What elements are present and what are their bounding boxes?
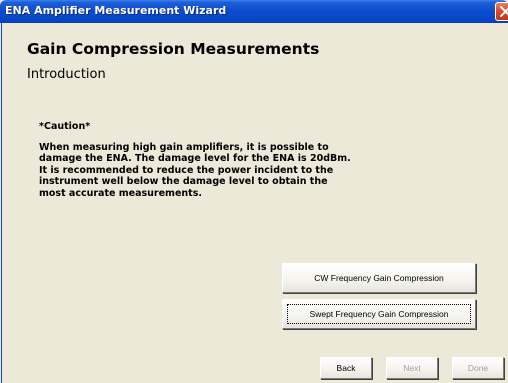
- title-bar[interactable]: ENA Amplifier Measurement Wizard: [0, 0, 508, 23]
- caution-text: When measuring high gain amplifiers, it …: [39, 142, 359, 199]
- caution-line: When measuring high gain amplifiers, it …: [39, 142, 329, 153]
- back-button[interactable]: Back: [320, 357, 372, 379]
- caution-line: instrument well below the damage level t…: [39, 176, 328, 188]
- page-subtitle: Introduction: [27, 67, 106, 82]
- swept-button-label: Swept Frequency Gain Compression: [309, 309, 449, 319]
- page-title: Gain Compression Measurements: [27, 40, 320, 58]
- wizard-window: ENA Amplifier Measurement Wizard Gain Co…: [0, 0, 508, 383]
- caution-line: most accurate measurements.: [39, 187, 202, 199]
- caution-line: It is recommended to reduce the power in…: [39, 164, 334, 176]
- cw-frequency-gain-compression-button[interactable]: CW Frequency Gain Compression: [282, 263, 476, 293]
- window-title: ENA Amplifier Measurement Wizard: [5, 4, 227, 17]
- done-button[interactable]: Done: [452, 357, 504, 379]
- swept-frequency-gain-compression-button[interactable]: Swept Frequency Gain Compression: [282, 299, 476, 329]
- caution-line: damage the ENA. The damage level for the…: [39, 153, 351, 165]
- close-button[interactable]: [495, 2, 508, 21]
- caution-title: *Caution*: [39, 121, 91, 132]
- next-button[interactable]: Next: [386, 357, 438, 379]
- wizard-content: Gain Compression Measurements Introducti…: [1, 23, 505, 383]
- close-icon: [500, 6, 508, 17]
